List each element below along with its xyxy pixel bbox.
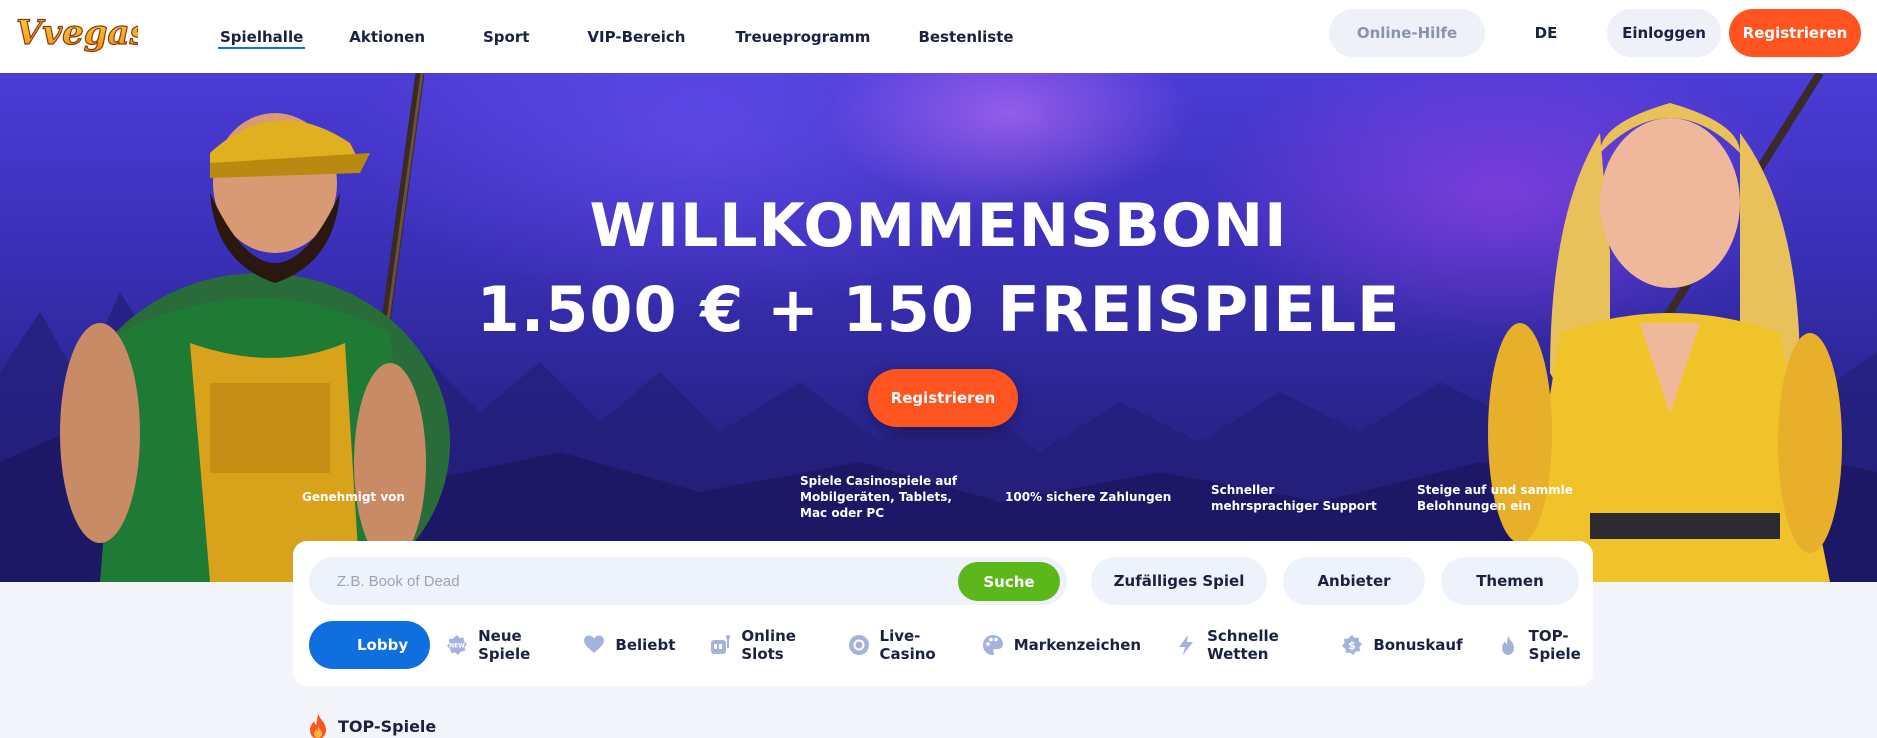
nav-treueprogramm[interactable]: Treueprogramm	[731, 0, 874, 73]
main-nav: Spielhalle Aktionen Sport VIP-Bereich Tr…	[216, 0, 1018, 73]
online-help-button[interactable]: Online-Hilfe	[1329, 9, 1485, 57]
search-input[interactable]	[337, 557, 917, 605]
nav-spielhalle[interactable]: Spielhalle	[216, 0, 307, 73]
feature-rewards: Steige auf und sammle Belohnungen ein	[1417, 483, 1573, 513]
tab-live-casino-label: Live-Casino	[879, 627, 936, 663]
tab-bonuskauf-label: Bonuskauf	[1373, 636, 1463, 654]
tab-beliebt-label: Beliebt	[615, 636, 676, 654]
hero-banner: WILLKOMMENSBONI 1.500 € + 150 FREISPIELE…	[0, 73, 1877, 582]
tab-neue-spiele-label: Neue Spiele	[478, 627, 531, 663]
providers-button[interactable]: Anbieter	[1283, 557, 1425, 605]
top-games-title: TOP-Spiele	[338, 716, 437, 736]
tab-bonuskauf[interactable]: $ Bonuskauf	[1341, 621, 1463, 669]
tab-top-spiele[interactable]: TOP-Spiele	[1497, 621, 1593, 669]
tab-lobby-label: Lobby	[357, 636, 409, 654]
dollar-badge-icon: $	[1341, 634, 1363, 656]
live-chip-icon	[848, 634, 870, 656]
hero-bonus-amount: 1.500 € + 150 FREISPIELE	[476, 273, 1401, 346]
page: Vvegas Spielhalle Aktionen Sport VIP-Ber…	[0, 0, 1877, 738]
game-search-panel: Suche Zufälliges Spiel Anbieter Themen L…	[293, 541, 1593, 686]
tab-schnelle-wetten[interactable]: Schnelle Wetten	[1175, 621, 1307, 669]
nav-aktionen[interactable]: Aktionen	[345, 0, 429, 73]
tab-schnelle-wetten-label: Schnelle Wetten	[1207, 627, 1279, 663]
tab-neue-spiele[interactable]: NEW Neue Spiele	[446, 621, 549, 669]
hero-title: WILLKOMMENSBONI	[589, 191, 1288, 261]
nav-sport[interactable]: Sport	[479, 0, 533, 73]
approved-by-label: Genehmigt von	[302, 490, 405, 504]
lightning-icon	[1175, 634, 1197, 656]
heart-icon	[583, 634, 605, 656]
tab-online-slots[interactable]: Online Slots	[709, 621, 813, 669]
tab-markenzeichen-label: Markenzeichen	[1013, 636, 1142, 654]
tab-markenzeichen[interactable]: Markenzeichen	[982, 621, 1141, 669]
tab-top-spiele-label: TOP-Spiele	[1528, 627, 1581, 663]
nav-vip-bereich[interactable]: VIP-Bereich	[583, 0, 689, 73]
register-button[interactable]: Registrieren	[1729, 9, 1861, 57]
themes-button[interactable]: Themen	[1441, 557, 1579, 605]
flame-icon	[1497, 634, 1519, 656]
tab-live-casino[interactable]: Live-Casino	[848, 621, 948, 669]
svg-text:$: $	[1348, 639, 1356, 652]
login-button[interactable]: Einloggen	[1607, 9, 1721, 57]
search-bar: Suche	[309, 557, 1067, 605]
nav-bestenliste[interactable]: Bestenliste	[914, 0, 1017, 73]
palette-icon	[982, 634, 1004, 656]
feature-payments: 100% sichere Zahlungen	[1005, 490, 1172, 504]
top-header: Vvegas Spielhalle Aktionen Sport VIP-Ber…	[0, 0, 1877, 73]
tab-beliebt[interactable]: Beliebt	[583, 621, 675, 669]
flame-icon	[306, 712, 330, 738]
slot-machine-icon	[709, 634, 731, 656]
random-game-button[interactable]: Zufälliges Spiel	[1091, 557, 1267, 605]
new-badge-icon: NEW	[446, 634, 468, 656]
svg-text:Vvegas: Vvegas	[16, 13, 138, 53]
vvegas-logo[interactable]: Vvegas	[14, 6, 138, 62]
top-games-heading: TOP-Spiele	[306, 712, 436, 738]
category-tabs: Lobby NEW Neue Spiele Beliebt Online Slo…	[309, 621, 1593, 669]
feature-support: Schneller mehrsprachiger Support	[1211, 483, 1377, 513]
language-selector[interactable]: DE	[1507, 24, 1585, 42]
header-actions: Online-Hilfe DE Einloggen Registrieren	[1329, 9, 1861, 57]
tab-lobby[interactable]: Lobby	[309, 621, 431, 669]
search-button[interactable]: Suche	[958, 562, 1060, 601]
svg-text:NEW: NEW	[449, 643, 465, 650]
feature-devices: Spiele Casinospiele auf Mobilgeräten, Ta…	[800, 474, 958, 520]
hero-register-button[interactable]: Registrieren	[868, 369, 1018, 427]
tab-online-slots-label: Online Slots	[741, 627, 796, 663]
